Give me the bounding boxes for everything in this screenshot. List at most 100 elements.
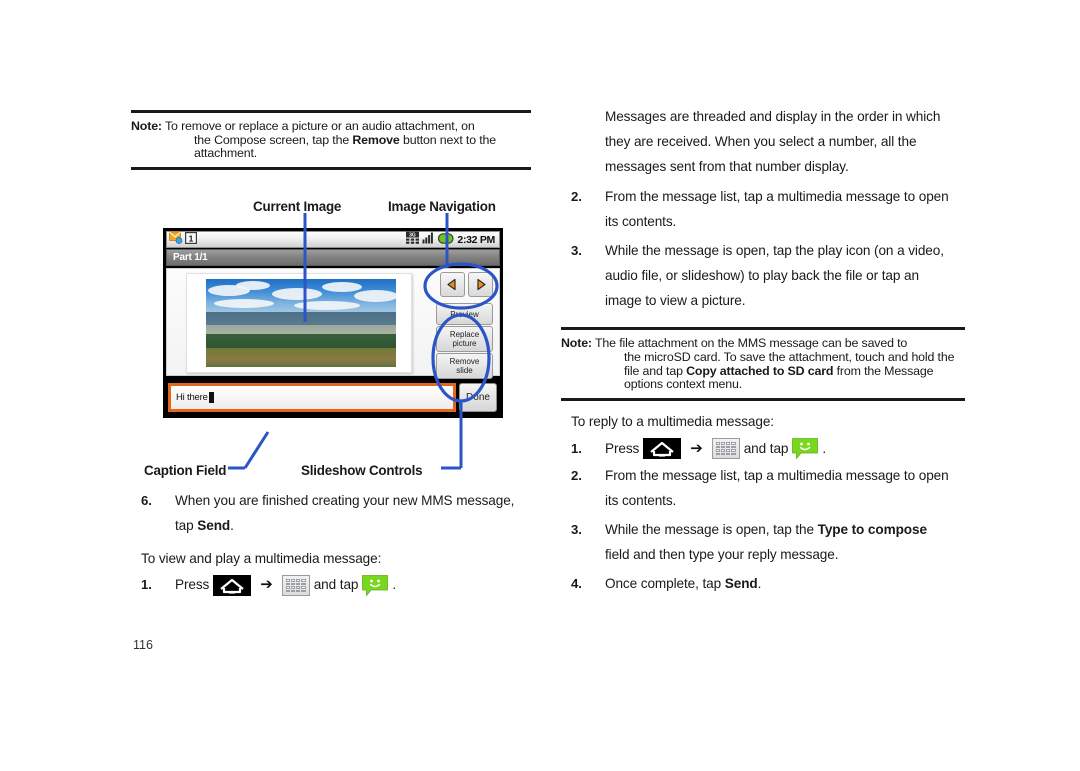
reply-send-bold: Send (724, 575, 758, 591)
note2-line-2: the microSD card. To save the attachment… (624, 349, 955, 364)
note-file-attachment: Note: The file attachment on the MMS mes… (561, 327, 965, 401)
caption-text: Hi there (176, 392, 208, 403)
reply-step-1: 1. Press ➔ and tap . (561, 437, 965, 462)
svg-text:1: 1 (189, 233, 194, 243)
remove-line-2: slide (456, 366, 473, 375)
left-column-steps: 6. When you are finished creating your n… (131, 489, 531, 598)
type-to-compose-bold: Type to compose (817, 521, 927, 537)
press-label: Press (605, 440, 640, 456)
photo-cloud (272, 288, 322, 300)
preview-button[interactable]: Preview (436, 303, 493, 325)
image-navigation-controls[interactable] (440, 272, 493, 297)
battery-icon (438, 231, 455, 249)
note-line-3: attachment. (194, 146, 258, 161)
next-image-button[interactable] (468, 272, 493, 297)
step-3-line-3: image to view a picture. (605, 292, 746, 308)
remove-slide-button[interactable]: Remove slide (436, 353, 493, 379)
step-6: 6. When you are finished creating your n… (131, 489, 531, 539)
reply-step-3-line-2: field and then type your reply message. (605, 546, 839, 562)
photo-cloud (236, 281, 270, 290)
home-icon[interactable] (213, 575, 252, 597)
reply-step-3-line-1-pre: While the message is open, tap the (605, 521, 818, 537)
step-1-number: 1. (141, 577, 152, 593)
reply-step-2-line-1: From the message list, tap a multimedia … (605, 468, 949, 484)
reply-step-4-number: 4. (571, 575, 582, 591)
note2-rule-bottom (561, 397, 965, 401)
left-column: Note: To remove or replace a picture or … (131, 110, 531, 170)
home-icon[interactable] (643, 438, 682, 460)
notification-count-badge: 1 (184, 231, 198, 249)
arrow-right-icon: ➔ (690, 439, 703, 457)
reply-step-4-pre: Once complete, tap (605, 575, 725, 591)
caption-input[interactable]: Hi there (168, 383, 456, 412)
phone-screenshot: 1 3G 2:32 PM Part 1/1 Preview Replace pi… (163, 228, 503, 418)
replace-picture-button[interactable]: Replace picture (436, 326, 493, 352)
view-intro: To view and play a multimedia message: (141, 550, 382, 566)
leader-caption-field-diagonal (243, 431, 270, 469)
and-tap-label: and tap (743, 440, 789, 456)
phone-bottom-bar: Hi there Done (166, 381, 500, 414)
note2-label: Note: (561, 336, 592, 351)
note-rule-top (131, 110, 531, 113)
step-2-line-2: its contents. (605, 214, 677, 230)
note-line-2-pre: the Compose screen, tap the (194, 132, 353, 147)
step-1-period: . (392, 577, 397, 593)
status-time: 2:32 PM (457, 233, 495, 246)
remove-slide-label: Remove slide (450, 357, 480, 375)
photo-cloud (294, 301, 360, 310)
note2-line-3: file and tap Copy attached to SD card fr… (624, 363, 965, 379)
left-triangle-icon (447, 278, 456, 291)
status-indicators: 3G 2:32 PM (406, 231, 499, 249)
photo-cloud (214, 299, 274, 308)
step-2-line-1: From the message list, tap a multimedia … (605, 189, 949, 205)
note-label: Note: (131, 119, 162, 133)
label-image-navigation: Image Navigation (388, 199, 496, 214)
note2-line-4: options context menu. (624, 377, 743, 392)
step-3-number: 3. (571, 242, 582, 258)
step-6-line-2-post: . (230, 517, 234, 533)
note-remove-bold: Remove (352, 132, 400, 147)
reply-step-2: 2. From the message list, tap a multimed… (561, 464, 965, 514)
messaging-icon[interactable] (792, 438, 819, 461)
current-image-photo (206, 279, 396, 367)
reply-step-3-number: 3. (571, 521, 582, 537)
apps-grid-icon[interactable] (281, 575, 310, 597)
previous-image-button[interactable] (440, 272, 465, 297)
and-tap-label: and tap (313, 577, 359, 593)
step-6-send-bold: Send (197, 517, 231, 533)
messaging-icon[interactable] (362, 575, 389, 597)
right-column: Messages are threaded and display in the… (561, 105, 965, 596)
slideshow-controls[interactable]: Preview Replace picture Remove slide (436, 303, 493, 380)
phone-title-bar: Part 1/1 (166, 249, 500, 266)
signal-bars-icon (422, 231, 435, 249)
photo-cloud (322, 282, 362, 292)
note2-line-3-pre: file and tap (624, 363, 687, 378)
step-1-view: 1. Press ➔ and tap . (131, 573, 531, 598)
step-2-number: 2. (571, 189, 582, 205)
note-line-1: To remove or replace a picture or an aud… (165, 119, 475, 133)
note-line-2-post: button next to the (399, 132, 497, 147)
note-rule-bottom (131, 166, 531, 170)
reply-intro: To reply to a multimedia message: (571, 413, 774, 429)
apps-grid-icon[interactable] (711, 438, 740, 460)
press-label: Press (175, 577, 210, 593)
intro-paragraph: Messages are threaded and display in the… (561, 105, 965, 179)
step-3-line-2: audio file, or slideshow) to play back t… (605, 267, 919, 283)
status-notifications: 1 (167, 231, 198, 249)
svg-text:3G: 3G (410, 232, 417, 238)
label-current-image: Current Image (253, 199, 342, 214)
apps-grid-dots (285, 579, 306, 593)
note-remove-replace: Note: To remove or replace a picture or … (131, 110, 531, 170)
step-1-content: Press ➔ and tap . (175, 573, 396, 598)
mms-notification-icon (169, 231, 183, 249)
reply-step-4: 4. Once complete, tap Send. (561, 572, 965, 597)
reply-step-3: 3. While the message is open, tap the Ty… (561, 518, 965, 568)
part-indicator: Part 1/1 (173, 252, 208, 263)
label-caption-field: Caption Field (144, 463, 227, 478)
step-6-line-2-pre: tap (175, 517, 198, 533)
photo-foreground-field (206, 347, 396, 367)
step-3-line-1: While the message is open, tap the play … (605, 242, 944, 258)
slide-canvas: Preview Replace picture Remove slide (166, 268, 500, 379)
phone-status-bar: 1 3G 2:32 PM (166, 231, 500, 248)
done-button[interactable]: Done (459, 383, 497, 412)
